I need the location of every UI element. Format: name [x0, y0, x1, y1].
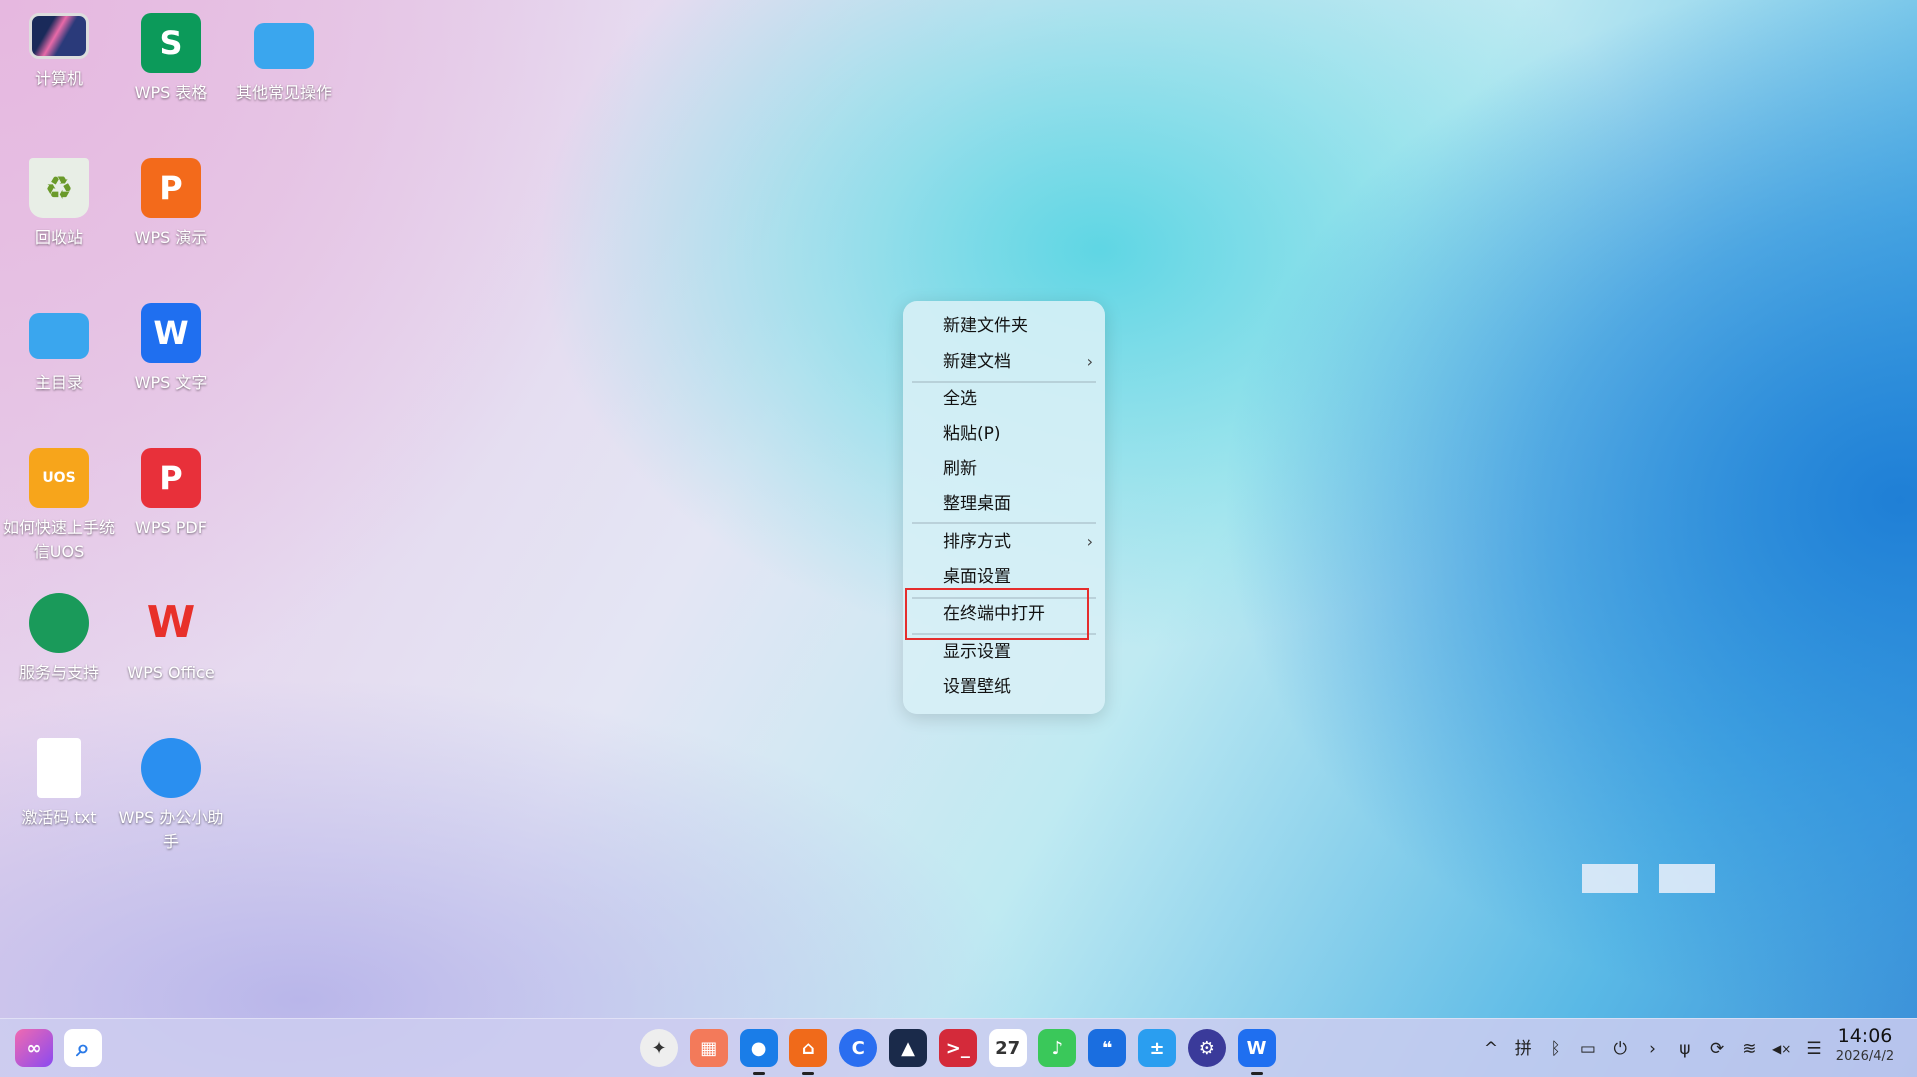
- trash-icon: ♻: [29, 158, 89, 218]
- desktop-icon[interactable]: W WPS Office: [115, 593, 227, 685]
- menu-item[interactable]: 新建文件夹: [903, 309, 1105, 343]
- menu-item-label: 新建文档: [943, 352, 1011, 372]
- menu-item-label: 刷新: [943, 459, 977, 479]
- context-menu: 新建文件夹 新建文档 › 全选 粘贴(P) 刷新 整理桌面 排序方式 › 桌面设置 在终端中打开 显示…: [903, 301, 1105, 714]
- desktop-icon-label: 回收站: [34, 228, 83, 247]
- menu-item[interactable]: 排序方式 ›: [903, 525, 1105, 559]
- running-indicator: [1250, 1072, 1263, 1075]
- control-center-icon[interactable]: ☰: [1802, 1037, 1826, 1061]
- desktop-icon-label: 激活码.txt: [21, 808, 97, 827]
- desktop-icon[interactable]: 计算机: [3, 13, 115, 91]
- desktop-icon-label: 计算机: [34, 69, 83, 88]
- clock-time: 14:06: [1837, 1025, 1893, 1047]
- running-indicator: [802, 1072, 815, 1075]
- wps-pdf-icon: P: [141, 448, 201, 508]
- desktop-icon[interactable]: 服务与支持: [3, 593, 115, 685]
- desktop-icon-label: 如何快速上手统信UOS: [3, 518, 116, 561]
- menu-item[interactable]: 显示设置: [903, 635, 1105, 669]
- battery-icon[interactable]: ▭: [1576, 1037, 1600, 1061]
- bluetooth-icon[interactable]: ᛒ: [1544, 1037, 1568, 1061]
- wps-presentation-icon: P: [141, 158, 201, 218]
- text-file-icon: [37, 738, 81, 798]
- menu-item[interactable]: 粘贴(P): [903, 417, 1105, 451]
- calculator-icon[interactable]: ±: [1138, 1029, 1176, 1067]
- menu-item-label: 粘贴(P): [943, 424, 1001, 444]
- multitask-view-icon[interactable]: ▦: [689, 1029, 728, 1067]
- wps-writer-icon: W: [141, 303, 201, 363]
- sync-icon[interactable]: ⟳: [1705, 1037, 1729, 1061]
- launcher-grid-icon[interactable]: ✦: [640, 1029, 678, 1067]
- desktop-icon-label: WPS 文字: [134, 373, 208, 392]
- taskbar: 14:06 2026/4/2 ∞ ⌕ ✦ ▦ ● ⌂ C ▲ >_ 27 ♪ ❝ ± ⚙ W ^ 拼 ᛒ ▭ ⏻ › ψ ⟳…: [0, 1018, 1917, 1077]
- desktop-icon[interactable]: 主目录: [3, 303, 115, 395]
- settings-icon[interactable]: ⚙: [1187, 1029, 1226, 1067]
- wps-assistant-icon: [141, 738, 201, 798]
- desktop-icon-label: 服务与支持: [18, 663, 99, 682]
- search-icon[interactable]: ⌕: [64, 1029, 102, 1067]
- support-icon: [29, 593, 89, 653]
- desktop-icon-label: 其他常见操作: [235, 83, 332, 102]
- workspace-thumbnail-1[interactable]: [1582, 864, 1638, 893]
- desktop-icon[interactable]: P WPS PDF: [115, 448, 227, 540]
- mail-icon[interactable]: ▲: [889, 1029, 927, 1067]
- desktop-icon[interactable]: ♻ 回收站: [3, 158, 115, 250]
- menu-item[interactable]: 整理桌面: [903, 487, 1105, 521]
- chevron-up-icon[interactable]: ^: [1479, 1037, 1503, 1061]
- wps-writer-icon[interactable]: W: [1237, 1029, 1276, 1075]
- notes-icon[interactable]: ❝: [1088, 1029, 1127, 1067]
- clock-date: 2026/4/2: [1835, 1049, 1895, 1064]
- workspace-thumbnail-2[interactable]: [1659, 864, 1715, 893]
- desktop-icon[interactable]: WPS 办公小助手: [115, 738, 227, 854]
- menu-item-label: 桌面设置: [943, 567, 1011, 587]
- clock[interactable]: 14:06 2026/4/2: [1822, 1024, 1908, 1066]
- desktop-icon[interactable]: UOS 如何快速上手统信UOS: [3, 448, 115, 564]
- terminal-icon[interactable]: >_: [938, 1029, 977, 1067]
- uos-guide-icon: UOS: [29, 448, 89, 508]
- browser-icon[interactable]: C: [839, 1029, 878, 1067]
- menu-item[interactable]: 设置壁纸: [903, 670, 1105, 704]
- volume-muted-icon[interactable]: ◀×: [1770, 1037, 1794, 1061]
- desktop-icon-label: WPS 表格: [134, 83, 208, 102]
- launcher-icon[interactable]: ∞: [15, 1029, 53, 1067]
- menu-item-label: 整理桌面: [943, 494, 1011, 514]
- desktop-icon-label: 主目录: [34, 373, 83, 392]
- home-folder-icon: [29, 313, 89, 359]
- menu-item-label: 排序方式: [943, 532, 1011, 552]
- wps-office-icon: W: [146, 597, 196, 648]
- desktop-icon-label: WPS PDF: [135, 518, 207, 537]
- chevron-right-icon: ›: [1086, 532, 1093, 551]
- menu-item[interactable]: 新建文档 ›: [903, 345, 1105, 379]
- arrow-circle-icon[interactable]: ›: [1641, 1037, 1665, 1061]
- desktop-icon[interactable]: 其他常见操作: [228, 13, 340, 105]
- folder-icon: [254, 23, 314, 69]
- wps-spreadsheet-icon: S: [141, 13, 201, 73]
- menu-item-label: 设置壁纸: [943, 677, 1011, 697]
- highlight-box: [905, 588, 1089, 640]
- menu-separator: [912, 381, 1096, 383]
- menu-item-label: 新建文件夹: [943, 316, 1028, 336]
- app-store-icon[interactable]: ⌂: [789, 1029, 828, 1075]
- music-icon[interactable]: ♪: [1038, 1029, 1077, 1067]
- menu-item[interactable]: 刷新: [903, 452, 1105, 486]
- running-indicator: [752, 1072, 765, 1075]
- menu-separator: [912, 522, 1096, 524]
- desktop-icon-label: WPS Office: [127, 663, 215, 682]
- desktop-icon[interactable]: 激活码.txt: [3, 738, 115, 830]
- menu-item[interactable]: 全选: [903, 382, 1105, 416]
- usb-icon[interactable]: ψ: [1673, 1037, 1697, 1061]
- desktop-icon-label: WPS 演示: [134, 228, 208, 247]
- chevron-right-icon: ›: [1086, 352, 1093, 371]
- input-method-icon[interactable]: 拼: [1511, 1037, 1535, 1061]
- desktop-icon[interactable]: S WPS 表格: [115, 13, 227, 105]
- menu-item-label: 全选: [943, 389, 977, 409]
- desktop-icon-label: WPS 办公小助手: [118, 808, 224, 851]
- file-manager-icon[interactable]: ●: [739, 1029, 778, 1075]
- power-icon[interactable]: ⏻: [1608, 1037, 1632, 1061]
- computer-icon: [29, 13, 89, 59]
- desktop-icon[interactable]: P WPS 演示: [115, 158, 227, 250]
- desktop-icon[interactable]: W WPS 文字: [115, 303, 227, 395]
- menu-item-label: 显示设置: [943, 642, 1011, 662]
- wifi-icon[interactable]: ≋: [1737, 1037, 1761, 1061]
- calendar-icon[interactable]: 27: [988, 1029, 1027, 1067]
